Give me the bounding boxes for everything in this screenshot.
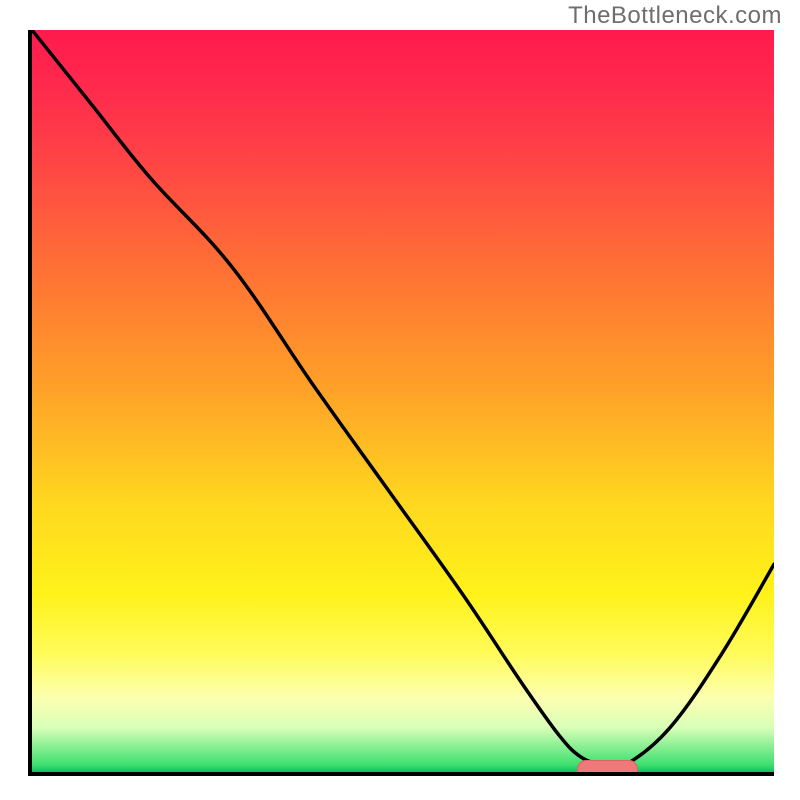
watermark-text: TheBottleneck.com: [568, 2, 782, 30]
curve-path: [32, 30, 774, 768]
bottleneck-curve: [32, 30, 774, 772]
plot-area: [28, 30, 774, 776]
chart-container: TheBottleneck.com: [0, 0, 800, 800]
optimal-range-marker: [577, 760, 639, 777]
